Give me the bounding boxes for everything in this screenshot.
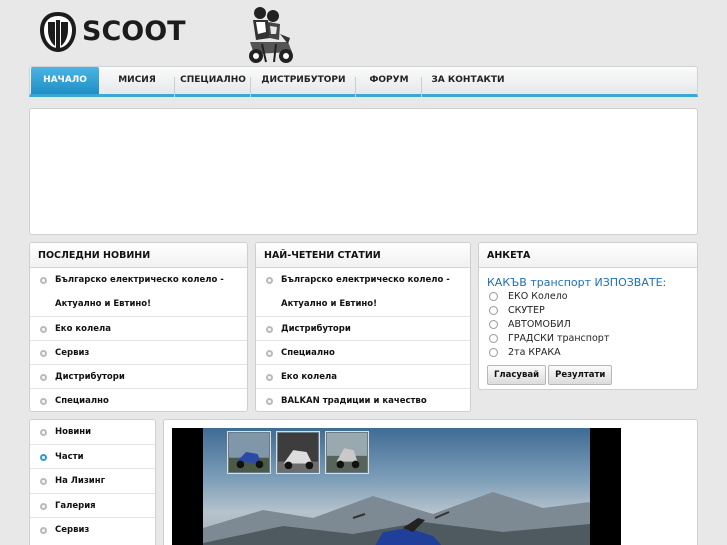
banner-area xyxy=(29,108,698,235)
radio-button[interactable] xyxy=(489,320,498,329)
news-link[interactable]: Българско електрическо колело - Актуално… xyxy=(55,275,224,309)
bullet-icon xyxy=(40,374,47,381)
sidebar-item-label: Новини xyxy=(55,427,92,437)
slideshow[interactable] xyxy=(172,428,621,545)
poll-option[interactable]: 2та КРАКА xyxy=(489,346,697,359)
poll-buttons: Гласувай Резултати xyxy=(487,362,613,385)
bullet-icon xyxy=(40,277,47,284)
bullet-icon xyxy=(40,478,47,485)
poll-option-label: СКУТЕР xyxy=(508,305,545,316)
bullet-icon xyxy=(40,502,47,510)
bullet-icon xyxy=(266,326,273,333)
page: SCOOT НАЧАЛО МИСИЯ СПЕЦИАЛНО ДИСТРИБУТОР… xyxy=(0,0,727,545)
radio-button[interactable] xyxy=(489,334,498,343)
brand-emblem-icon xyxy=(40,12,76,52)
thumbnail[interactable] xyxy=(227,431,271,474)
tab-forum[interactable]: ФОРУМ xyxy=(356,67,422,97)
poll-option-label: ЕКО Колело xyxy=(508,291,568,302)
sidebar-item-leasing[interactable]: На Лизинг xyxy=(30,469,155,494)
article-link[interactable]: Дистрибутори xyxy=(281,324,351,334)
list-item[interactable]: Дистрибутори xyxy=(30,365,247,389)
poll-question: КАКЪВ транспорт ИЗПОЗВАТЕ: xyxy=(487,276,667,289)
tab-home[interactable]: НАЧАЛО xyxy=(31,67,99,94)
list-item[interactable]: Сервиз xyxy=(30,341,247,365)
article-link[interactable]: Еко колела xyxy=(281,372,337,382)
bullet-icon xyxy=(40,429,47,436)
bullet-icon xyxy=(40,398,47,405)
news-link[interactable]: Дистрибутори xyxy=(55,372,125,382)
poll-option[interactable]: ГРАДСКИ транспорт xyxy=(489,332,697,345)
bullet-icon xyxy=(40,350,47,357)
list-item[interactable]: Българско електрическо колело - Актуално… xyxy=(30,268,247,317)
mountain-scooter-image xyxy=(203,492,590,545)
scooter-thumb-icon xyxy=(327,433,367,473)
list-item[interactable]: Дистрибутори xyxy=(256,317,470,341)
side-menu: Новини Части На Лизинг Галерия Сервиз xyxy=(29,419,156,545)
sidebar-item-news[interactable]: Новини xyxy=(30,420,155,445)
radio-button[interactable] xyxy=(489,306,498,315)
results-button[interactable]: Резултати xyxy=(548,365,613,385)
poll-option[interactable]: АВТОМОБИЛ xyxy=(489,318,697,331)
most-read-title: НАЙ-ЧЕТЕНИ СТАТИИ xyxy=(256,243,470,268)
list-item[interactable]: Еко колела xyxy=(30,317,247,341)
site-logo[interactable]: SCOOT xyxy=(38,10,188,54)
sidebar-item-service[interactable]: Сервиз xyxy=(30,518,155,543)
poll-option-label: 2та КРАКА xyxy=(508,347,561,358)
thumbnail[interactable] xyxy=(276,431,320,474)
list-item[interactable]: Българско електрическо колело - Актуално… xyxy=(256,268,470,317)
list-item[interactable]: BALKAN традиции и качество xyxy=(256,389,470,411)
vote-button[interactable]: Гласувай xyxy=(487,365,547,385)
bullet-icon xyxy=(266,398,273,405)
poll-option-label: ГРАДСКИ транспорт xyxy=(508,333,610,344)
list-item[interactable]: Специално xyxy=(30,389,247,411)
gallery-panel xyxy=(163,419,698,545)
bullet-icon xyxy=(40,326,47,333)
sidebar-item-label: Части xyxy=(55,451,84,462)
radio-button[interactable] xyxy=(489,292,498,301)
latest-news-title: ПОСЛЕДНИ НОВИНИ xyxy=(30,243,247,268)
scooter-thumb-icon xyxy=(229,433,269,473)
list-item[interactable]: Еко колела xyxy=(256,365,470,389)
bullet-icon xyxy=(266,350,273,357)
bullet-active-icon xyxy=(40,453,47,461)
tab-special[interactable]: СПЕЦИАЛНО xyxy=(175,67,251,97)
thumbnail[interactable] xyxy=(325,431,369,474)
scooter-riders-mascot-icon xyxy=(249,7,293,63)
sidebar-item-label: На Лизинг xyxy=(55,476,106,486)
sidebar-item-label: Галерия xyxy=(55,500,96,511)
list-item[interactable]: Специално xyxy=(256,341,470,365)
poll-title: АНКЕТА xyxy=(479,243,697,268)
tab-mission[interactable]: МИСИЯ xyxy=(99,67,175,97)
bullet-icon xyxy=(266,277,273,284)
latest-news-panel: ПОСЛЕДНИ НОВИНИ Българско електрическо к… xyxy=(29,242,248,412)
sidebar-item-parts[interactable]: Части xyxy=(30,445,155,469)
tab-contacts[interactable]: ЗА КОНТАКТИ xyxy=(422,67,514,94)
article-link[interactable]: BALKAN традиции и качество xyxy=(281,396,427,406)
tab-distributors[interactable]: ДИСТРИБУТОРИ xyxy=(251,67,356,97)
most-read-panel: НАЙ-ЧЕТЕНИ СТАТИИ Българско електрическо… xyxy=(255,242,471,412)
article-link[interactable]: Българско електрическо колело - Актуално… xyxy=(281,275,450,309)
poll-panel: АНКЕТА КАКЪВ транспорт ИЗПОЗВАТЕ: ЕКО Ко… xyxy=(478,242,698,390)
poll-option-label: АВТОМОБИЛ xyxy=(508,319,571,330)
poll-option[interactable]: СКУТЕР xyxy=(489,304,697,317)
main-navigation: НАЧАЛО МИСИЯ СПЕЦИАЛНО ДИСТРИБУТОРИ ФОРУ… xyxy=(29,66,698,97)
bullet-icon xyxy=(40,527,47,534)
sidebar-item-gallery[interactable]: Галерия xyxy=(30,494,155,518)
radio-button[interactable] xyxy=(489,348,498,357)
scooter-thumb-icon xyxy=(278,433,318,473)
news-link[interactable]: Еко колела xyxy=(55,324,111,334)
brand-name: SCOOT xyxy=(82,16,186,47)
news-link[interactable]: Специално xyxy=(55,396,109,406)
article-link[interactable]: Специално xyxy=(281,348,335,358)
sidebar-item-label: Сервиз xyxy=(55,525,90,535)
bullet-icon xyxy=(266,374,273,381)
poll-option[interactable]: ЕКО Колело xyxy=(489,290,697,303)
news-link[interactable]: Сервиз xyxy=(55,348,89,358)
